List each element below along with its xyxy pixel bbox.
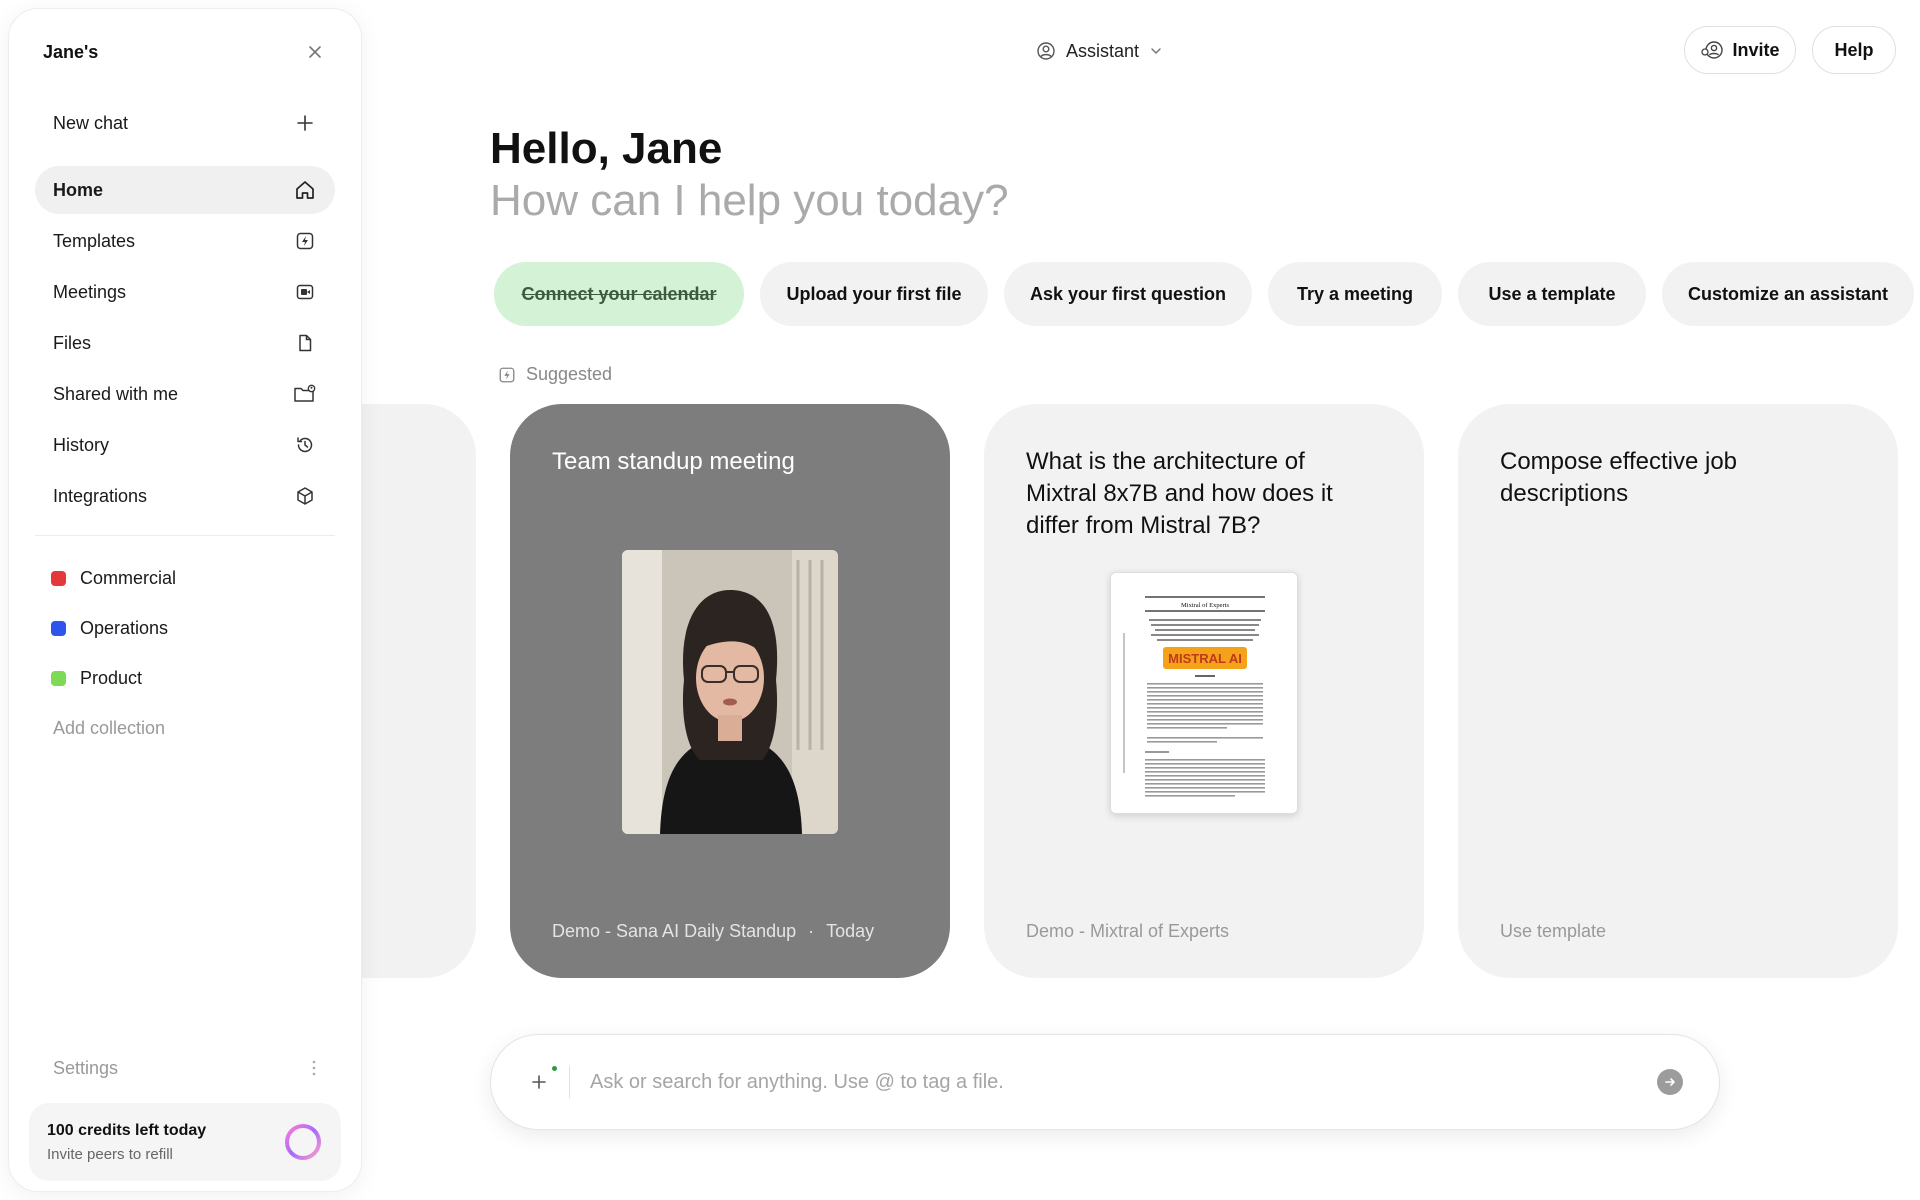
- collection-color-dot: [51, 670, 66, 686]
- chevron-down-icon: [1149, 44, 1163, 58]
- paper-heading: Mixtral of Experts: [1181, 602, 1229, 609]
- search-input[interactable]: [590, 1070, 1657, 1094]
- collection-commercial[interactable]: Commercial: [35, 553, 335, 603]
- collection-label: Product: [80, 667, 143, 688]
- card-action: Use template: [1500, 921, 1607, 941]
- plus-icon: [293, 111, 317, 135]
- close-sidebar-button[interactable]: [301, 38, 329, 66]
- send-button[interactable]: [1657, 1069, 1683, 1095]
- card-title: What is the architecture of Mixtral 8x7B…: [1026, 448, 1333, 539]
- collection-color-dot: [51, 620, 66, 636]
- lightning-icon: [293, 229, 317, 253]
- card-time: Today: [826, 921, 875, 941]
- credits-ring-icon: [283, 1122, 323, 1162]
- status-dot: [552, 1066, 557, 1071]
- suggested-label: Suggested: [498, 364, 612, 385]
- card-source: Demo - Mixtral of Experts: [1026, 921, 1230, 941]
- sidebar-item-label: History: [53, 434, 110, 455]
- sidebar: Jane's New chat Home Templates Meetings …: [8, 8, 362, 1192]
- suggestion-card-meeting[interactable]: Team standup meeting Demo - Sana AI Dail…: [510, 404, 950, 978]
- chip-connect-calendar[interactable]: Connect your calendar: [494, 262, 744, 326]
- history-icon: [293, 433, 317, 457]
- sidebar-item-meetings[interactable]: Meetings: [35, 268, 335, 316]
- file-icon: [293, 331, 317, 355]
- card-footer: Use template: [1500, 921, 1606, 942]
- arrow-right-icon: [1665, 1078, 1675, 1086]
- meeting-video-thumbnail: [622, 550, 838, 834]
- sidebar-header: Jane's: [35, 9, 335, 95]
- collection-label: Commercial: [80, 567, 177, 588]
- suggestion-card-template[interactable]: Compose effective job descriptions Use t…: [1458, 404, 1898, 978]
- invite-button[interactable]: Invite: [1684, 26, 1796, 74]
- sidebar-item-integrations[interactable]: Integrations: [35, 472, 335, 520]
- chip-customize-assistant[interactable]: Customize an assistant: [1662, 262, 1914, 326]
- cube-icon: [293, 484, 317, 508]
- assistant-selector[interactable]: Assistant: [1036, 34, 1163, 68]
- close-icon: [309, 46, 321, 58]
- chip-upload-file[interactable]: Upload your first file: [760, 262, 988, 326]
- more-vertical-icon[interactable]: [311, 1059, 317, 1077]
- lightning-icon: [498, 366, 516, 384]
- paper-logo: MISTRAL AI: [1168, 651, 1242, 666]
- greeting-title: Hello, Jane: [490, 124, 723, 173]
- assistant-label: Assistant: [1066, 40, 1140, 61]
- new-chat-label: New chat: [53, 112, 129, 133]
- chip-try-meeting[interactable]: Try a meeting: [1268, 262, 1442, 326]
- sidebar-item-label: Home: [53, 179, 104, 200]
- video-icon: [293, 280, 317, 304]
- credits-title: 100 credits left today: [47, 1121, 207, 1139]
- workspace-title: Jane's: [43, 41, 99, 62]
- chip-use-template[interactable]: Use a template: [1458, 262, 1646, 326]
- invite-users-icon: [1700, 40, 1724, 60]
- new-chat-button[interactable]: New chat: [35, 99, 335, 147]
- card-source: Demo - Sana AI Daily Standup: [552, 921, 797, 941]
- footer-separator-dot: ·: [808, 921, 815, 941]
- card-footer: Demo - Mixtral of Experts: [1026, 921, 1229, 942]
- card-footer: Demo - Sana AI Daily Standup · Today: [552, 921, 874, 942]
- collection-operations[interactable]: Operations: [35, 603, 335, 653]
- shared-folder-icon: [293, 382, 317, 406]
- settings-button[interactable]: Settings: [35, 1043, 335, 1093]
- card-title: Compose effective job descriptions: [1500, 448, 1738, 507]
- sidebar-item-label: Templates: [53, 230, 136, 251]
- plus-icon: [532, 1075, 546, 1089]
- collection-label: Operations: [80, 617, 169, 638]
- invite-label: Invite: [1732, 39, 1780, 60]
- help-button[interactable]: Help: [1812, 26, 1896, 74]
- assistant-avatar-icon: [1036, 41, 1056, 61]
- chip-ask-question[interactable]: Ask your first question: [1004, 262, 1252, 326]
- attach-button[interactable]: [527, 1066, 557, 1094]
- sidebar-item-home[interactable]: Home: [35, 166, 335, 214]
- sidebar-item-label: Meetings: [53, 281, 127, 302]
- sidebar-item-label: Files: [53, 332, 92, 353]
- sidebar-item-label: Integrations: [53, 485, 148, 506]
- suggestion-card-question[interactable]: What is the architecture of Mixtral 8x7B…: [984, 404, 1424, 978]
- credits-panel[interactable]: 100 credits left today Invite peers to r…: [29, 1103, 341, 1181]
- collection-color-dot: [51, 570, 66, 586]
- sidebar-divider: [35, 535, 335, 536]
- card-title: Team standup meeting: [552, 448, 795, 475]
- sidebar-item-label: Shared with me: [53, 383, 179, 404]
- collection-product[interactable]: Product: [35, 653, 335, 703]
- sidebar-item-history[interactable]: History: [35, 421, 335, 469]
- input-separator: [569, 1066, 570, 1098]
- home-icon: [293, 178, 317, 202]
- document-thumbnail: Mixtral of Experts MISTRAL AI: [1110, 572, 1298, 814]
- sidebar-item-shared-with-me[interactable]: Shared with me: [35, 370, 335, 418]
- credits-subtitle: Invite peers to refill: [47, 1145, 173, 1163]
- greeting-subtitle: How can I help you today?: [490, 176, 1009, 225]
- chat-input-bar: [490, 1034, 1720, 1130]
- suggested-text: Suggested: [526, 364, 613, 384]
- sidebar-item-files[interactable]: Files: [35, 319, 335, 367]
- settings-label: Settings: [53, 1057, 119, 1078]
- sidebar-item-templates[interactable]: Templates: [35, 217, 335, 265]
- credits-text: 100 credits left today Invite peers to r…: [47, 1122, 206, 1163]
- add-collection-button[interactable]: Add collection: [35, 703, 335, 753]
